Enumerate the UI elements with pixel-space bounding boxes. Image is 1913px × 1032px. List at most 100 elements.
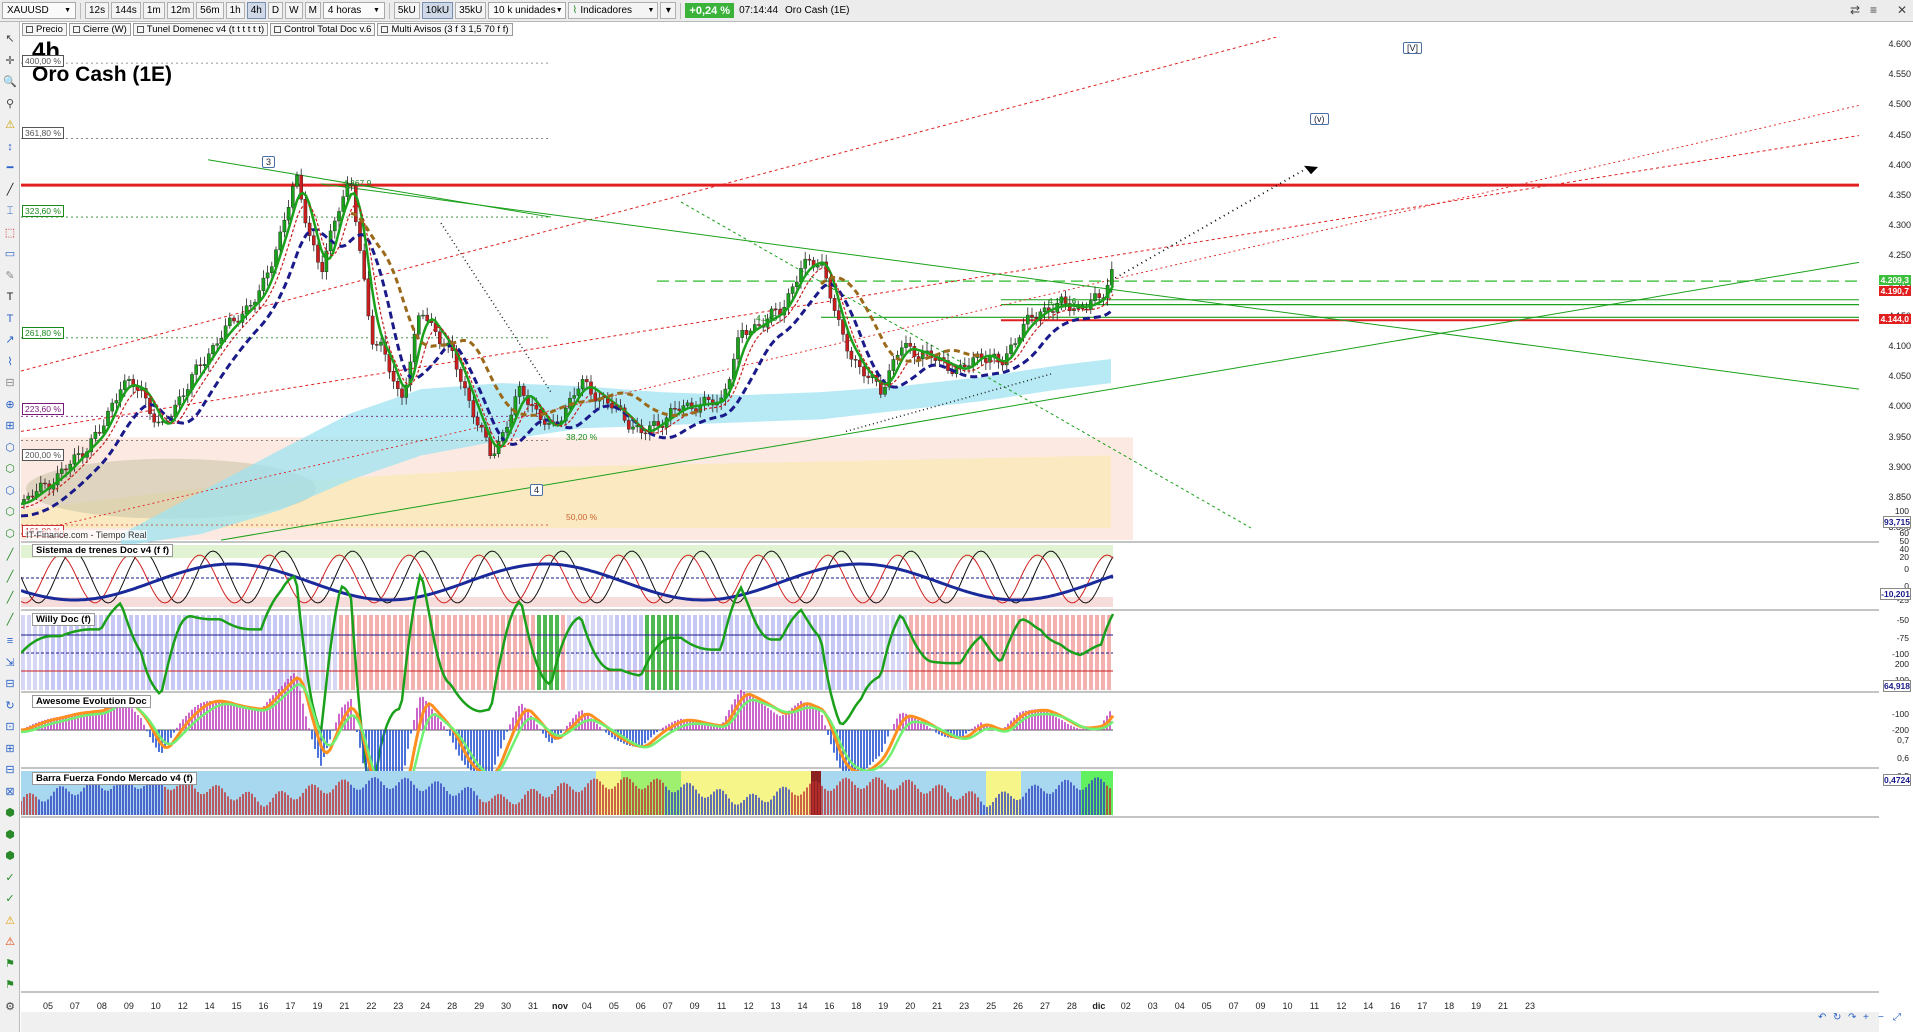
text-icon[interactable]: T <box>3 290 17 304</box>
fib-icon[interactable]: ⊟ <box>3 376 17 390</box>
horizontal-line-icon[interactable]: ━ <box>3 161 17 175</box>
resize-icon[interactable]: ⇲ <box>3 656 17 670</box>
market-zone <box>1021 771 1081 815</box>
panel-title[interactable]: Sistema de trenes Doc v4 (f f) <box>32 544 174 557</box>
zoom-icon[interactable]: 🔍 <box>3 75 17 89</box>
gear-icon[interactable]: ⚙ <box>3 1000 17 1014</box>
candle-body <box>286 207 291 221</box>
indicator-tag[interactable]: Precio <box>22 23 67 36</box>
hexagon-icon[interactable]: ⬡ <box>3 484 17 498</box>
volume-button[interactable]: 5kU <box>393 2 420 19</box>
interval-button[interactable]: 12m <box>166 2 195 19</box>
cursor-icon[interactable]: ↖ <box>3 32 17 46</box>
panel-title[interactable]: Willy Doc (f) <box>32 613 95 626</box>
interval-button[interactable]: 12s <box>85 2 110 19</box>
arrow-icon[interactable]: ↗ <box>3 333 17 347</box>
indicator-tag[interactable]: Control Total Doc v.6 <box>270 23 376 36</box>
alert-icon[interactable]: ⚠ <box>3 118 17 132</box>
date-tick: 19 <box>878 1001 889 1011</box>
wave-label[interactable]: 4 <box>530 484 544 496</box>
period-select[interactable]: 4 horas ▼ <box>322 2 385 19</box>
chart-line-icon: ⌇ <box>572 5 578 16</box>
check-icon[interactable]: ✓ <box>3 892 17 906</box>
interval-button[interactable]: D <box>267 2 284 19</box>
grid-icon[interactable]: ⊞ <box>3 742 17 756</box>
hexagon-icon[interactable]: ⬡ <box>3 462 17 476</box>
date-tick: 16 <box>824 1001 835 1011</box>
panel-icon[interactable]: ⊟ <box>3 763 17 777</box>
refresh-icon[interactable]: ↻ <box>3 699 17 713</box>
scroll-right-icon[interactable]: ↷ <box>1848 1012 1856 1023</box>
interval-button[interactable]: 4h <box>246 2 266 19</box>
plus-icon[interactable]: ⊕ <box>3 398 17 412</box>
volume-button[interactable]: 35kU <box>455 2 487 19</box>
panel-title[interactable]: Barra Fuerza Fondo Mercado v4 (f) <box>32 772 197 785</box>
wave-label[interactable]: 3 <box>262 156 276 168</box>
wave-label[interactable]: [V] <box>1403 42 1423 54</box>
shape-icon[interactable]: ⬢ <box>3 849 17 863</box>
crosshair-icon[interactable]: ✛ <box>3 54 17 68</box>
line-icon[interactable]: ╱ <box>3 570 17 584</box>
trendline-icon[interactable]: ╱ <box>3 183 17 197</box>
warning-icon[interactable]: ⚠ <box>3 914 17 928</box>
channel-icon[interactable]: ⌶ <box>3 204 17 218</box>
zoom-out-icon[interactable]: − <box>1878 1012 1884 1023</box>
sync-icon[interactable]: ⇄ <box>1850 3 1860 17</box>
rectangle-icon[interactable]: ⬚ <box>3 226 17 240</box>
box-icon[interactable]: ▭ <box>3 247 17 261</box>
line-icon[interactable]: ╱ <box>3 548 17 562</box>
indicator-tag[interactable]: Tunel Domenec v4 (t t t t t t) <box>132 23 269 36</box>
expand-icon[interactable]: ⤢ <box>1893 1012 1901 1023</box>
menu-icon[interactable]: ≡ <box>1870 3 1877 17</box>
symbol-selector[interactable]: XAUUSD ▼ <box>2 2 76 19</box>
interval-button[interactable]: 56m <box>196 2 224 19</box>
interval-button[interactable]: W <box>285 2 303 19</box>
units-select[interactable]: 10 k unidades ▼ <box>488 2 567 19</box>
indicators-button[interactable]: ⌇ Indicadores ▼ <box>568 2 659 19</box>
pencil-icon[interactable]: ✎ <box>3 269 17 283</box>
shape-icon[interactable]: ⬢ <box>3 828 17 842</box>
magnet-icon[interactable]: ⚲ <box>3 97 17 111</box>
candle-body <box>1030 314 1034 318</box>
interval-button[interactable]: 1m <box>142 2 165 19</box>
refresh-icon[interactable]: ↻ <box>1833 1012 1841 1023</box>
line-icon[interactable]: ╱ <box>3 591 17 605</box>
menu-button[interactable]: ▾ <box>660 2 677 19</box>
indicator-tag[interactable]: Cierre (W) <box>68 23 131 36</box>
indicator-tag-label: Control Total Doc v.6 <box>284 24 372 35</box>
zoom-in-icon[interactable]: + <box>1863 1012 1869 1023</box>
grid-icon[interactable]: ⊞ <box>3 419 17 433</box>
date-tick: 07 <box>662 1001 673 1011</box>
vertical-line-icon[interactable]: ↕ <box>3 140 17 154</box>
date-tick: 09 <box>689 1001 700 1011</box>
indicator-tick: -50 <box>1896 615 1909 625</box>
close-icon[interactable]: ✕ <box>1897 3 1907 17</box>
flag-icon[interactable]: ⚑ <box>3 978 17 992</box>
candle-body <box>467 387 472 401</box>
date-tick: 05 <box>42 1001 54 1011</box>
frame-icon[interactable]: ⊡ <box>3 720 17 734</box>
interval-button[interactable]: 144s <box>111 2 141 19</box>
hexagon-icon[interactable]: ⬡ <box>3 527 17 541</box>
shape-icon[interactable]: ⬢ <box>3 806 17 820</box>
lines-icon[interactable]: ≡ <box>3 634 17 648</box>
delete-icon[interactable]: ⊠ <box>3 785 17 799</box>
chart-canvas[interactable] <box>21 37 1879 1032</box>
volume-button[interactable]: 10kU <box>421 2 454 19</box>
hexagon-icon[interactable]: ⬡ <box>3 505 17 519</box>
wave-label[interactable]: (v) <box>1310 113 1329 125</box>
wave-icon[interactable]: ⌇ <box>3 355 17 369</box>
panel-title[interactable]: Awesome Evolution Doc <box>32 695 151 708</box>
panel-icon[interactable]: ⊟ <box>3 677 17 691</box>
flag-icon[interactable]: ⚑ <box>3 957 17 971</box>
indicator-tag[interactable]: Multi Avisos (3 f 3 1,5 70 f f) <box>377 23 513 36</box>
text-icon[interactable]: T <box>3 312 17 326</box>
interval-button[interactable]: M <box>304 2 321 19</box>
warning-icon[interactable]: ⚠ <box>3 935 17 949</box>
line-icon[interactable]: ╱ <box>3 613 17 627</box>
scroll-left-icon[interactable]: ↶ <box>1818 1012 1826 1023</box>
interval-button[interactable]: 1h <box>225 2 245 19</box>
hexagon-icon[interactable]: ⬡ <box>3 441 17 455</box>
check-icon[interactable]: ✓ <box>3 871 17 885</box>
date-tick: 18 <box>851 1001 862 1011</box>
